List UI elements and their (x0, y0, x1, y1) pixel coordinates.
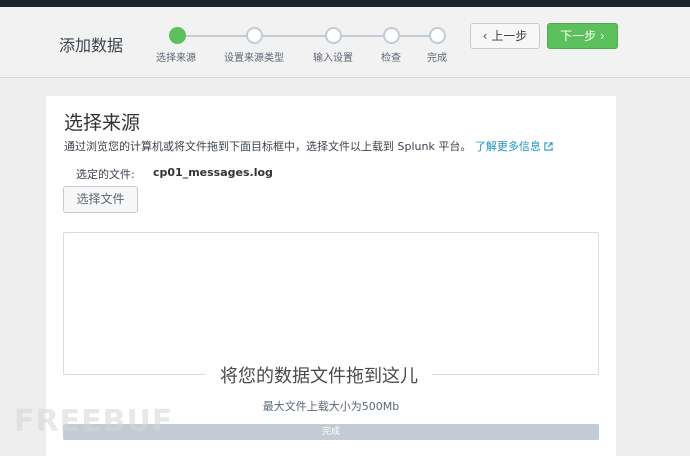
step-select-source-label: 选择来源 (156, 53, 196, 64)
chevron-right-icon: › (600, 29, 605, 43)
step-input-settings-circle (325, 27, 342, 44)
learn-more-label: 了解更多信息 (474, 140, 541, 153)
main-panel: 选择来源 通过浏览您的计算机或将文件拖到下面目标框中，选择文件以上载到 Splu… (46, 96, 616, 456)
step-select-source-circle (169, 27, 186, 44)
step-connector (182, 35, 248, 37)
prev-button[interactable]: ‹ 上一步 (470, 23, 540, 49)
prev-button-label: 上一步 (491, 29, 528, 43)
step-done-circle (429, 27, 446, 44)
step-done-label: 完成 (427, 53, 447, 64)
choose-file-button[interactable]: 选择文件 (63, 186, 138, 213)
description-text: 通过浏览您的计算机或将文件拖到下面目标框中，选择文件以上载到 Splunk 平台… (64, 140, 472, 153)
step-connector (396, 35, 431, 37)
header: 添加数据 选择来源 设置来源类型 输入设置 检查 完成 ‹ 上一步 下一步 › (0, 7, 690, 78)
description: 通过浏览您的计算机或将文件拖到下面目标框中，选择文件以上载到 Splunk 平台… (64, 138, 553, 154)
drop-zone[interactable] (63, 232, 599, 375)
step-set-source-type-label: 设置来源类型 (224, 53, 284, 64)
step-input-settings-label: 输入设置 (313, 53, 353, 64)
step-set-source-type-circle (246, 27, 263, 44)
chevron-left-icon: ‹ (482, 29, 488, 43)
step-connector (338, 35, 385, 37)
progress-label: 完成 (321, 427, 340, 437)
learn-more-link[interactable]: 了解更多信息 (475, 140, 553, 153)
external-link-icon (544, 142, 553, 151)
step-review-label: 检查 (381, 53, 401, 64)
selected-file-name: cp01_messages.log (153, 166, 273, 179)
step-review-circle (383, 27, 400, 44)
step-connector (259, 35, 327, 37)
top-bar (0, 0, 690, 7)
next-button[interactable]: 下一步 › (547, 23, 618, 49)
selected-file-label: 选定的文件: (76, 168, 135, 181)
watermark-logo: FREEBUF (14, 404, 174, 439)
drop-zone-title: 将您的数据文件拖到这儿 (206, 362, 432, 388)
next-button-label: 下一步 (560, 29, 597, 43)
section-title: 选择来源 (64, 112, 141, 134)
